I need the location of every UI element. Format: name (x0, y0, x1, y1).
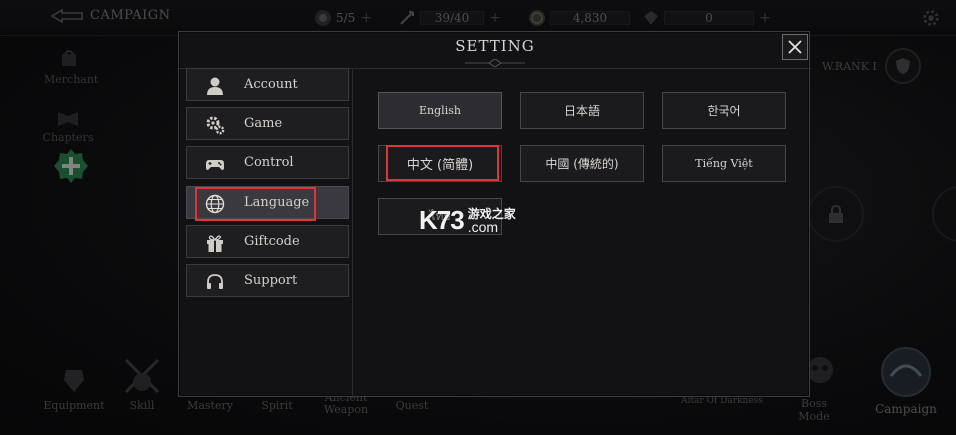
headset-icon (207, 274, 223, 289)
lang-japanese[interactable]: 日本語 (520, 92, 644, 129)
globe-icon (205, 194, 225, 214)
menu-item-language[interactable]: Language (186, 186, 349, 219)
panel-divider (352, 69, 353, 397)
menu-label-game: Game (244, 116, 283, 131)
user-icon (207, 77, 223, 95)
lang-label-vietnamese: Tiếng Việt (695, 157, 753, 170)
menu-item-game[interactable]: Game (186, 107, 349, 140)
menu-label-account: Account (244, 77, 298, 92)
gears-icon (206, 116, 225, 135)
lang-label-japanese: 日本語 (563, 104, 600, 118)
menu-label-support: Support (244, 273, 298, 288)
menu-item-giftcode[interactable]: Giftcode (186, 225, 349, 258)
menu-item-account[interactable]: Account (186, 68, 349, 101)
lang-chinese-simplified[interactable]: 中文 (简體) (378, 145, 502, 182)
title-ornament-icon (465, 59, 525, 67)
settings-modal: SETTING Account Game Control Language Gi… (178, 31, 811, 397)
menu-item-support[interactable]: Support (186, 264, 349, 297)
lang-english[interactable]: English (378, 92, 502, 129)
menu-label-language: Language (244, 195, 310, 210)
close-icon (788, 40, 802, 54)
close-button[interactable] (782, 34, 808, 60)
lang-label-thai: ไทย (429, 209, 451, 223)
menu-item-control[interactable]: Control (186, 146, 349, 179)
modal-title: SETTING (455, 37, 535, 55)
lang-label-chinese-traditional: 中國 (傳統的) (545, 157, 619, 171)
lang-korean[interactable]: 한국어 (662, 92, 786, 129)
lang-vietnamese[interactable]: Tiếng Việt (662, 145, 786, 182)
lang-label-english: English (419, 104, 461, 117)
gamepad-icon (206, 160, 224, 170)
gift-icon (207, 235, 223, 252)
lang-thai[interactable]: ไทย (378, 198, 502, 235)
menu-label-giftcode: Giftcode (244, 234, 300, 249)
lang-label-chinese-simplified: 中文 (简體) (406, 158, 474, 173)
menu-label-control: Control (244, 155, 294, 170)
lang-label-korean: 한국어 (707, 104, 741, 118)
lang-chinese-traditional[interactable]: 中國 (傳統的) (520, 145, 644, 182)
